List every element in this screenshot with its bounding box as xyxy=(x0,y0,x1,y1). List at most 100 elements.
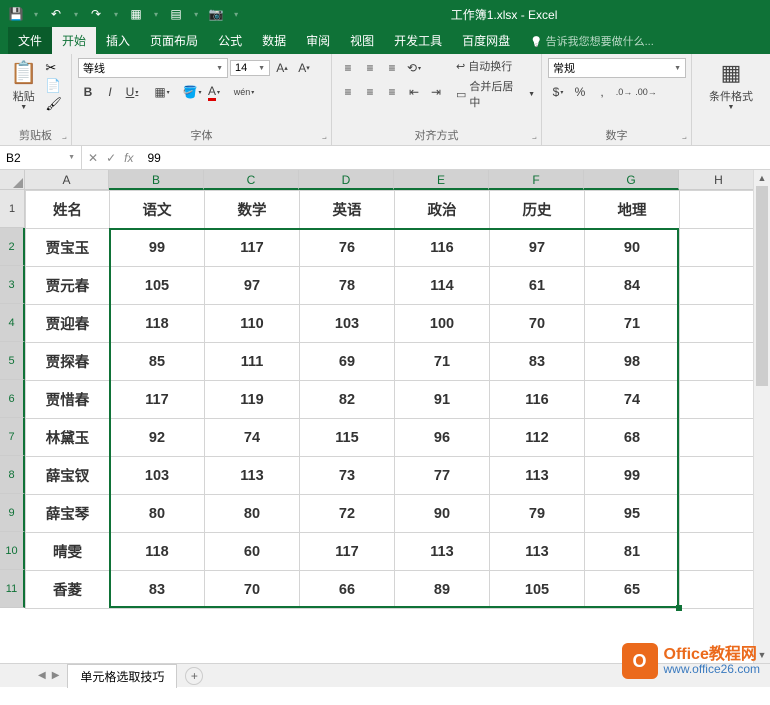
cell-F11[interactable]: 105 xyxy=(490,571,585,609)
cell-A3[interactable]: 贾元春 xyxy=(26,267,110,305)
cell-A1[interactable]: 姓名 xyxy=(26,191,110,229)
cell-B8[interactable]: 103 xyxy=(110,457,205,495)
cell-B2[interactable]: 99 xyxy=(110,229,205,267)
cell-D9[interactable]: 72 xyxy=(300,495,395,533)
cell-E2[interactable]: 116 xyxy=(395,229,490,267)
cell-G8[interactable]: 99 xyxy=(585,457,680,495)
cell-E7[interactable]: 96 xyxy=(395,419,490,457)
scroll-up-icon[interactable]: ▲ xyxy=(754,170,770,186)
cell-H11[interactable] xyxy=(680,571,760,609)
cell-F8[interactable]: 113 xyxy=(490,457,585,495)
cell-A7[interactable]: 林黛玉 xyxy=(26,419,110,457)
indent-inc-icon[interactable]: ⇥ xyxy=(426,82,446,102)
cell-H9[interactable] xyxy=(680,495,760,533)
cell-A9[interactable]: 薛宝琴 xyxy=(26,495,110,533)
row-header-4[interactable]: 4 xyxy=(0,304,25,342)
cell-C11[interactable]: 70 xyxy=(205,571,300,609)
phonetic-button[interactable]: wén▾ xyxy=(234,82,254,102)
cell-C3[interactable]: 97 xyxy=(205,267,300,305)
cell-G4[interactable]: 71 xyxy=(585,305,680,343)
cell-B1[interactable]: 语文 xyxy=(110,191,205,229)
cell-H8[interactable] xyxy=(680,457,760,495)
row-header-10[interactable]: 10 xyxy=(0,532,25,570)
cell-H10[interactable] xyxy=(680,533,760,571)
formula-input[interactable]: 99 xyxy=(139,151,770,165)
col-header-D[interactable]: D xyxy=(299,170,394,190)
redo-icon[interactable]: ↷ xyxy=(88,6,104,22)
col-header-C[interactable]: C xyxy=(204,170,299,190)
cell-G2[interactable]: 90 xyxy=(585,229,680,267)
orientation-icon[interactable]: ⟲▾ xyxy=(404,58,424,78)
number-format-combo[interactable]: 常规▼ xyxy=(548,58,686,78)
cell-D4[interactable]: 103 xyxy=(300,305,395,343)
row-header-11[interactable]: 11 xyxy=(0,570,25,608)
cell-C9[interactable]: 80 xyxy=(205,495,300,533)
col-header-A[interactable]: A xyxy=(25,170,109,190)
row-header-3[interactable]: 3 xyxy=(0,266,25,304)
row-header-7[interactable]: 7 xyxy=(0,418,25,456)
undo-icon[interactable]: ↶ xyxy=(48,6,64,22)
add-sheet-button[interactable]: + xyxy=(185,667,203,685)
row-header-1[interactable]: 1 xyxy=(0,190,25,228)
sheet-tab[interactable]: 单元格选取技巧 xyxy=(67,664,177,688)
cell-D8[interactable]: 73 xyxy=(300,457,395,495)
cell-E5[interactable]: 71 xyxy=(395,343,490,381)
cell-D5[interactable]: 69 xyxy=(300,343,395,381)
indent-dec-icon[interactable]: ⇤ xyxy=(404,82,424,102)
font-size-combo[interactable]: 14▼ xyxy=(230,60,270,76)
select-all-corner[interactable] xyxy=(0,170,25,190)
bold-button[interactable]: B xyxy=(78,82,98,102)
tab-layout[interactable]: 页面布局 xyxy=(140,27,208,54)
conditional-format-button[interactable]: ▦ 条件格式 ▼ xyxy=(705,58,757,113)
row-header-2[interactable]: 2 xyxy=(0,228,25,266)
cell-C6[interactable]: 119 xyxy=(205,381,300,419)
new-icon[interactable]: ▦ xyxy=(128,6,144,22)
cell-C4[interactable]: 110 xyxy=(205,305,300,343)
cell-C7[interactable]: 74 xyxy=(205,419,300,457)
cell-G6[interactable]: 74 xyxy=(585,381,680,419)
cell-F7[interactable]: 112 xyxy=(490,419,585,457)
cell-G10[interactable]: 81 xyxy=(585,533,680,571)
tab-review[interactable]: 审阅 xyxy=(296,27,340,54)
col-header-E[interactable]: E xyxy=(394,170,489,190)
col-header-G[interactable]: G xyxy=(584,170,679,190)
percent-icon[interactable]: % xyxy=(570,82,590,102)
cell-H3[interactable] xyxy=(680,267,760,305)
cell-D2[interactable]: 76 xyxy=(300,229,395,267)
cell-F1[interactable]: 历史 xyxy=(490,191,585,229)
align-bottom-icon[interactable]: ≡ xyxy=(382,58,402,78)
cell-B5[interactable]: 85 xyxy=(110,343,205,381)
cell-A2[interactable]: 贾宝玉 xyxy=(26,229,110,267)
cell-E10[interactable]: 113 xyxy=(395,533,490,571)
cell-H6[interactable] xyxy=(680,381,760,419)
cell-E11[interactable]: 89 xyxy=(395,571,490,609)
row-header-6[interactable]: 6 xyxy=(0,380,25,418)
cell-A11[interactable]: 香菱 xyxy=(26,571,110,609)
align-center-icon[interactable]: ≡ xyxy=(360,82,380,102)
cell-F9[interactable]: 79 xyxy=(490,495,585,533)
col-header-H[interactable]: H xyxy=(679,170,759,190)
cell-B4[interactable]: 118 xyxy=(110,305,205,343)
merge-center-button[interactable]: ▭合并后居中▼ xyxy=(456,78,535,110)
cell-C1[interactable]: 数学 xyxy=(205,191,300,229)
format-painter-icon[interactable]: 🖌 xyxy=(45,96,62,112)
cell-G9[interactable]: 95 xyxy=(585,495,680,533)
cell-H4[interactable] xyxy=(680,305,760,343)
cell-B10[interactable]: 118 xyxy=(110,533,205,571)
cell-E9[interactable]: 90 xyxy=(395,495,490,533)
cell-G7[interactable]: 68 xyxy=(585,419,680,457)
font-color-button[interactable]: A▾ xyxy=(204,82,224,102)
cell-B3[interactable]: 105 xyxy=(110,267,205,305)
increase-font-icon[interactable]: A▴ xyxy=(272,58,292,78)
open-icon[interactable]: ▤ xyxy=(168,6,184,22)
decrease-font-icon[interactable]: A▾ xyxy=(294,58,314,78)
tab-dev[interactable]: 开发工具 xyxy=(384,27,452,54)
cell-H2[interactable] xyxy=(680,229,760,267)
row-headers[interactable]: 1234567891011 xyxy=(0,190,25,608)
row-header-8[interactable]: 8 xyxy=(0,456,25,494)
decrease-decimal-icon[interactable]: .00→ xyxy=(636,82,656,102)
border-button[interactable]: ▦▾ xyxy=(152,82,172,102)
tab-baidu[interactable]: 百度网盘 xyxy=(452,27,520,54)
tab-data[interactable]: 数据 xyxy=(252,27,296,54)
row-header-5[interactable]: 5 xyxy=(0,342,25,380)
